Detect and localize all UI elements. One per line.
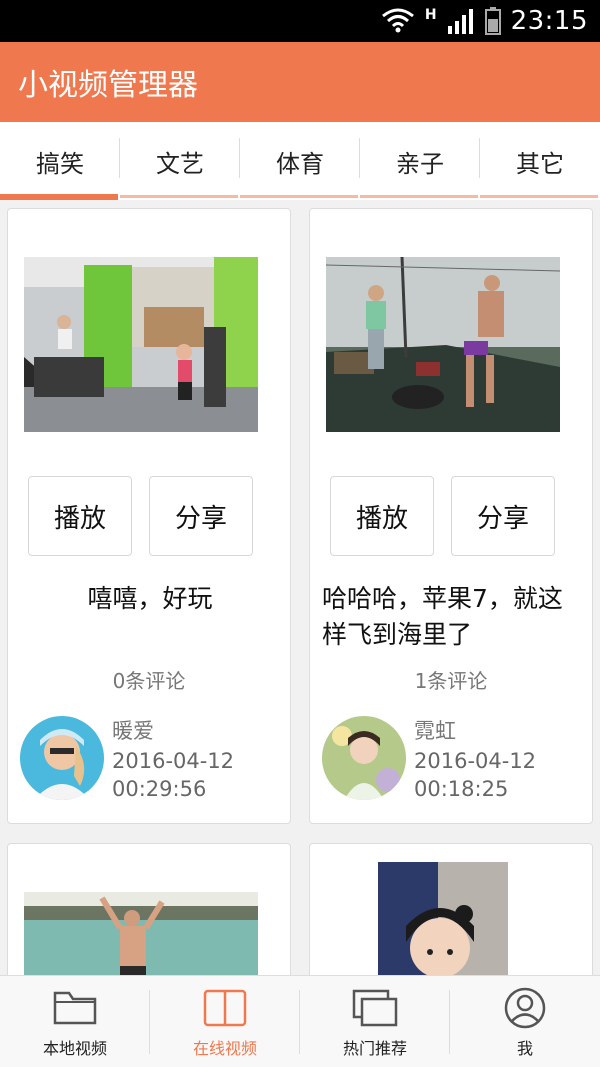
signal-icon [447,8,475,34]
post-time: 00:29:56 [112,777,207,801]
tab-sports[interactable]: 体育 [240,122,360,200]
tab-indicator [120,195,238,198]
avatar[interactable] [322,716,406,800]
nav-local-videos[interactable]: 本地视频 [0,976,150,1067]
nav-online-videos[interactable]: 在线视频 [150,976,300,1067]
category-tabs: 搞笑 文艺 体育 亲子 其它 [0,122,600,200]
video-feed[interactable]: 播放 分享 嘻嘻，好玩 0条评论 暖爱 2016-04-12 00:29:56 [0,200,600,975]
video-caption: 哈哈哈，苹果7，就这样飞到海里了 [322,584,563,649]
video-thumbnail[interactable] [24,892,258,975]
wifi-icon [381,6,415,36]
network-type-label: H [424,7,437,23]
tab-indicator [240,195,358,198]
author-name[interactable]: 霓虹 [414,715,456,745]
video-thumbnail[interactable] [378,862,508,975]
battery-icon [484,7,501,35]
app-bar: 小视频管理器 [0,42,600,122]
post-date: 2016-04-12 [112,749,235,773]
share-button[interactable]: 分享 [451,476,555,556]
nav-label: 本地视频 [42,1038,107,1058]
video-card: 播放 分享 嘻嘻，好玩 0条评论 暖爱 2016-04-12 00:29:56 [7,208,291,824]
tab-arts[interactable]: 文艺 [120,122,240,200]
nav-me[interactable]: 我 [450,976,600,1067]
post-timestamp: 2016-04-12 00:29:56 [112,747,234,803]
clock: 23:15 [510,6,588,36]
video-thumbnail[interactable] [24,257,258,432]
tab-label: 搞笑 [36,149,84,178]
comment-count[interactable]: 1条评论 [310,665,592,694]
app-title: 小视频管理器 [18,68,198,103]
avatar[interactable] [20,716,104,800]
video-card: 播放 分享 哈哈哈，苹果7，就这样飞到海里了 1条评论 霓虹 2016-04-1… [309,208,593,824]
video-thumbnail[interactable] [326,257,560,432]
post-timestamp: 2016-04-12 00:18:25 [414,747,536,803]
tab-indicator [360,195,478,198]
tab-other[interactable]: 其它 [480,122,600,200]
tab-funny[interactable]: 搞笑 [0,122,120,200]
windows-icon [352,985,398,1031]
play-button[interactable]: 播放 [28,476,132,556]
video-caption: 嘻嘻，好玩 [87,584,213,613]
tab-label: 亲子 [396,149,444,178]
play-button[interactable]: 播放 [330,476,434,556]
nav-label: 在线视频 [192,1038,257,1058]
video-card [309,843,593,975]
post-time: 00:18:25 [414,777,509,801]
bottom-navigation: 本地视频 在线视频 热门推荐 我 [0,975,600,1067]
tab-label: 体育 [276,149,324,178]
folder-icon [52,985,98,1031]
screen: H 23:15 小视频管理器 搞笑 文艺 体育 亲子 其它 播放 分享 嘻嘻，好… [0,0,600,1067]
share-button[interactable]: 分享 [149,476,253,556]
video-card [7,843,291,975]
tab-label: 文艺 [156,149,204,178]
post-date: 2016-04-12 [414,749,537,773]
author-name[interactable]: 暖爱 [112,715,154,745]
book-icon [202,985,248,1031]
status-bar: H 23:15 [0,0,600,42]
nav-label: 我 [516,1038,533,1058]
profile-icon [502,985,548,1031]
nav-label: 热门推荐 [342,1038,407,1058]
comment-count[interactable]: 0条评论 [8,665,290,694]
nav-trending[interactable]: 热门推荐 [300,976,450,1067]
tab-family[interactable]: 亲子 [360,122,480,200]
tab-label: 其它 [516,149,564,178]
tab-indicator [480,195,598,198]
